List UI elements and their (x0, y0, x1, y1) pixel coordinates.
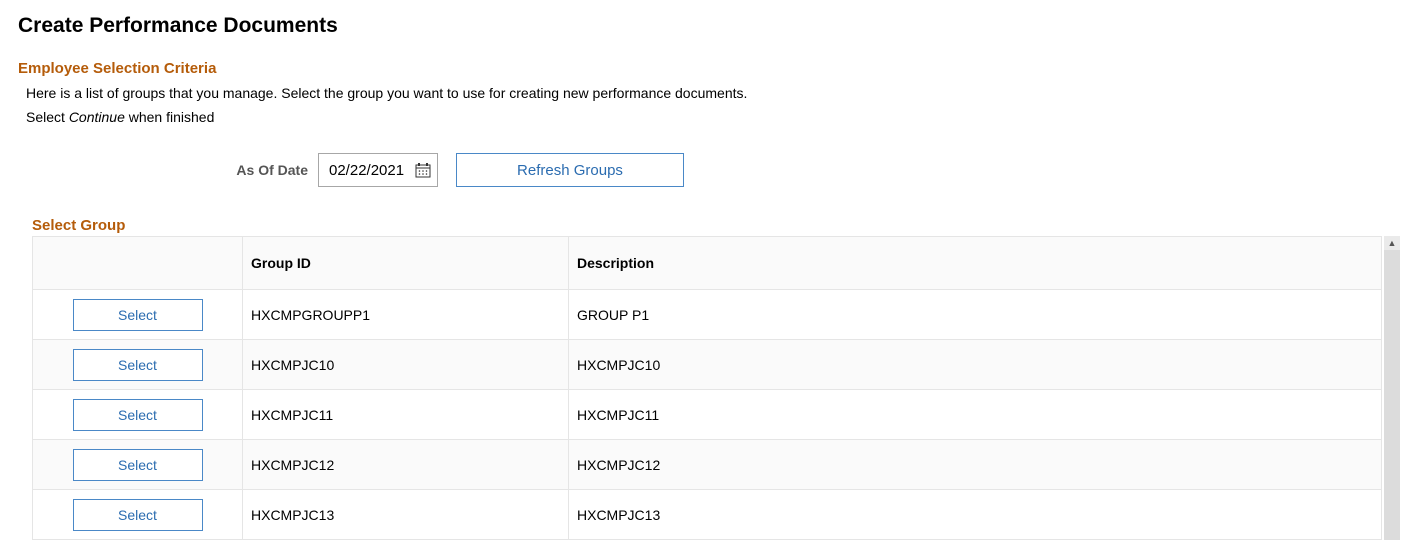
instruction-2-continue: Continue (69, 109, 125, 125)
table-row: Select HXCMPJC10HXCMPJC10 (33, 340, 1382, 390)
grid-header-row: Group ID Description (33, 237, 1382, 290)
table-row: Select HXCMPGROUPP1GROUP P1 (33, 290, 1382, 340)
grid-header-description: Description (569, 237, 1382, 290)
as-of-date-input[interactable] (327, 161, 415, 180)
group-id-cell: HXCMPJC10 (243, 340, 569, 390)
table-row: Select HXCMPJC13HXCMPJC13 (33, 490, 1382, 540)
select-cell: Select (33, 490, 243, 540)
select-button[interactable]: Select (73, 349, 203, 381)
group-id-cell: HXCMPJC13 (243, 490, 569, 540)
table-row: Select HXCMPJC11HXCMPJC11 (33, 390, 1382, 440)
select-button[interactable]: Select (73, 449, 203, 481)
group-grid-wrap: Group ID Description Select HXCMPGROUPP1G… (32, 236, 1400, 540)
group-id-cell: HXCMPJC11 (243, 390, 569, 440)
grid-header-select (33, 237, 243, 290)
group-grid: Group ID Description Select HXCMPGROUPP1G… (32, 236, 1382, 540)
employee-selection-criteria-title: Employee Selection Criteria (18, 60, 1400, 77)
instruction-2-post: when finished (125, 109, 215, 125)
select-cell: Select (33, 290, 243, 340)
scroll-up-icon[interactable]: ▲ (1384, 236, 1400, 250)
group-id-cell: HXCMPJC12 (243, 440, 569, 490)
as-of-date-field-wrap (318, 153, 438, 187)
select-button[interactable]: Select (73, 299, 203, 331)
grid-header-group-id: Group ID (243, 237, 569, 290)
as-of-date-label: As Of Date (18, 162, 318, 178)
select-button[interactable]: Select (73, 399, 203, 431)
instruction-text-2: Select Continue when finished (26, 109, 1400, 125)
description-cell: HXCMPJC12 (569, 440, 1382, 490)
instruction-text-1: Here is a list of groups that you manage… (26, 85, 1400, 101)
select-cell: Select (33, 440, 243, 490)
calendar-icon[interactable] (415, 162, 431, 178)
table-row: Select HXCMPJC12HXCMPJC12 (33, 440, 1382, 490)
instruction-2-pre: Select (26, 109, 69, 125)
refresh-groups-button[interactable]: Refresh Groups (456, 153, 684, 187)
select-button[interactable]: Select (73, 499, 203, 531)
group-id-cell: HXCMPGROUPP1 (243, 290, 569, 340)
select-cell: Select (33, 390, 243, 440)
select-cell: Select (33, 340, 243, 390)
description-cell: HXCMPJC11 (569, 390, 1382, 440)
as-of-date-row: As Of Date Refresh Groups (18, 153, 1400, 187)
description-cell: GROUP P1 (569, 290, 1382, 340)
select-group-title: Select Group (32, 217, 1400, 234)
page-title: Create Performance Documents (18, 14, 1400, 38)
grid-scrollbar[interactable]: ▲ (1384, 236, 1400, 540)
description-cell: HXCMPJC10 (569, 340, 1382, 390)
description-cell: HXCMPJC13 (569, 490, 1382, 540)
